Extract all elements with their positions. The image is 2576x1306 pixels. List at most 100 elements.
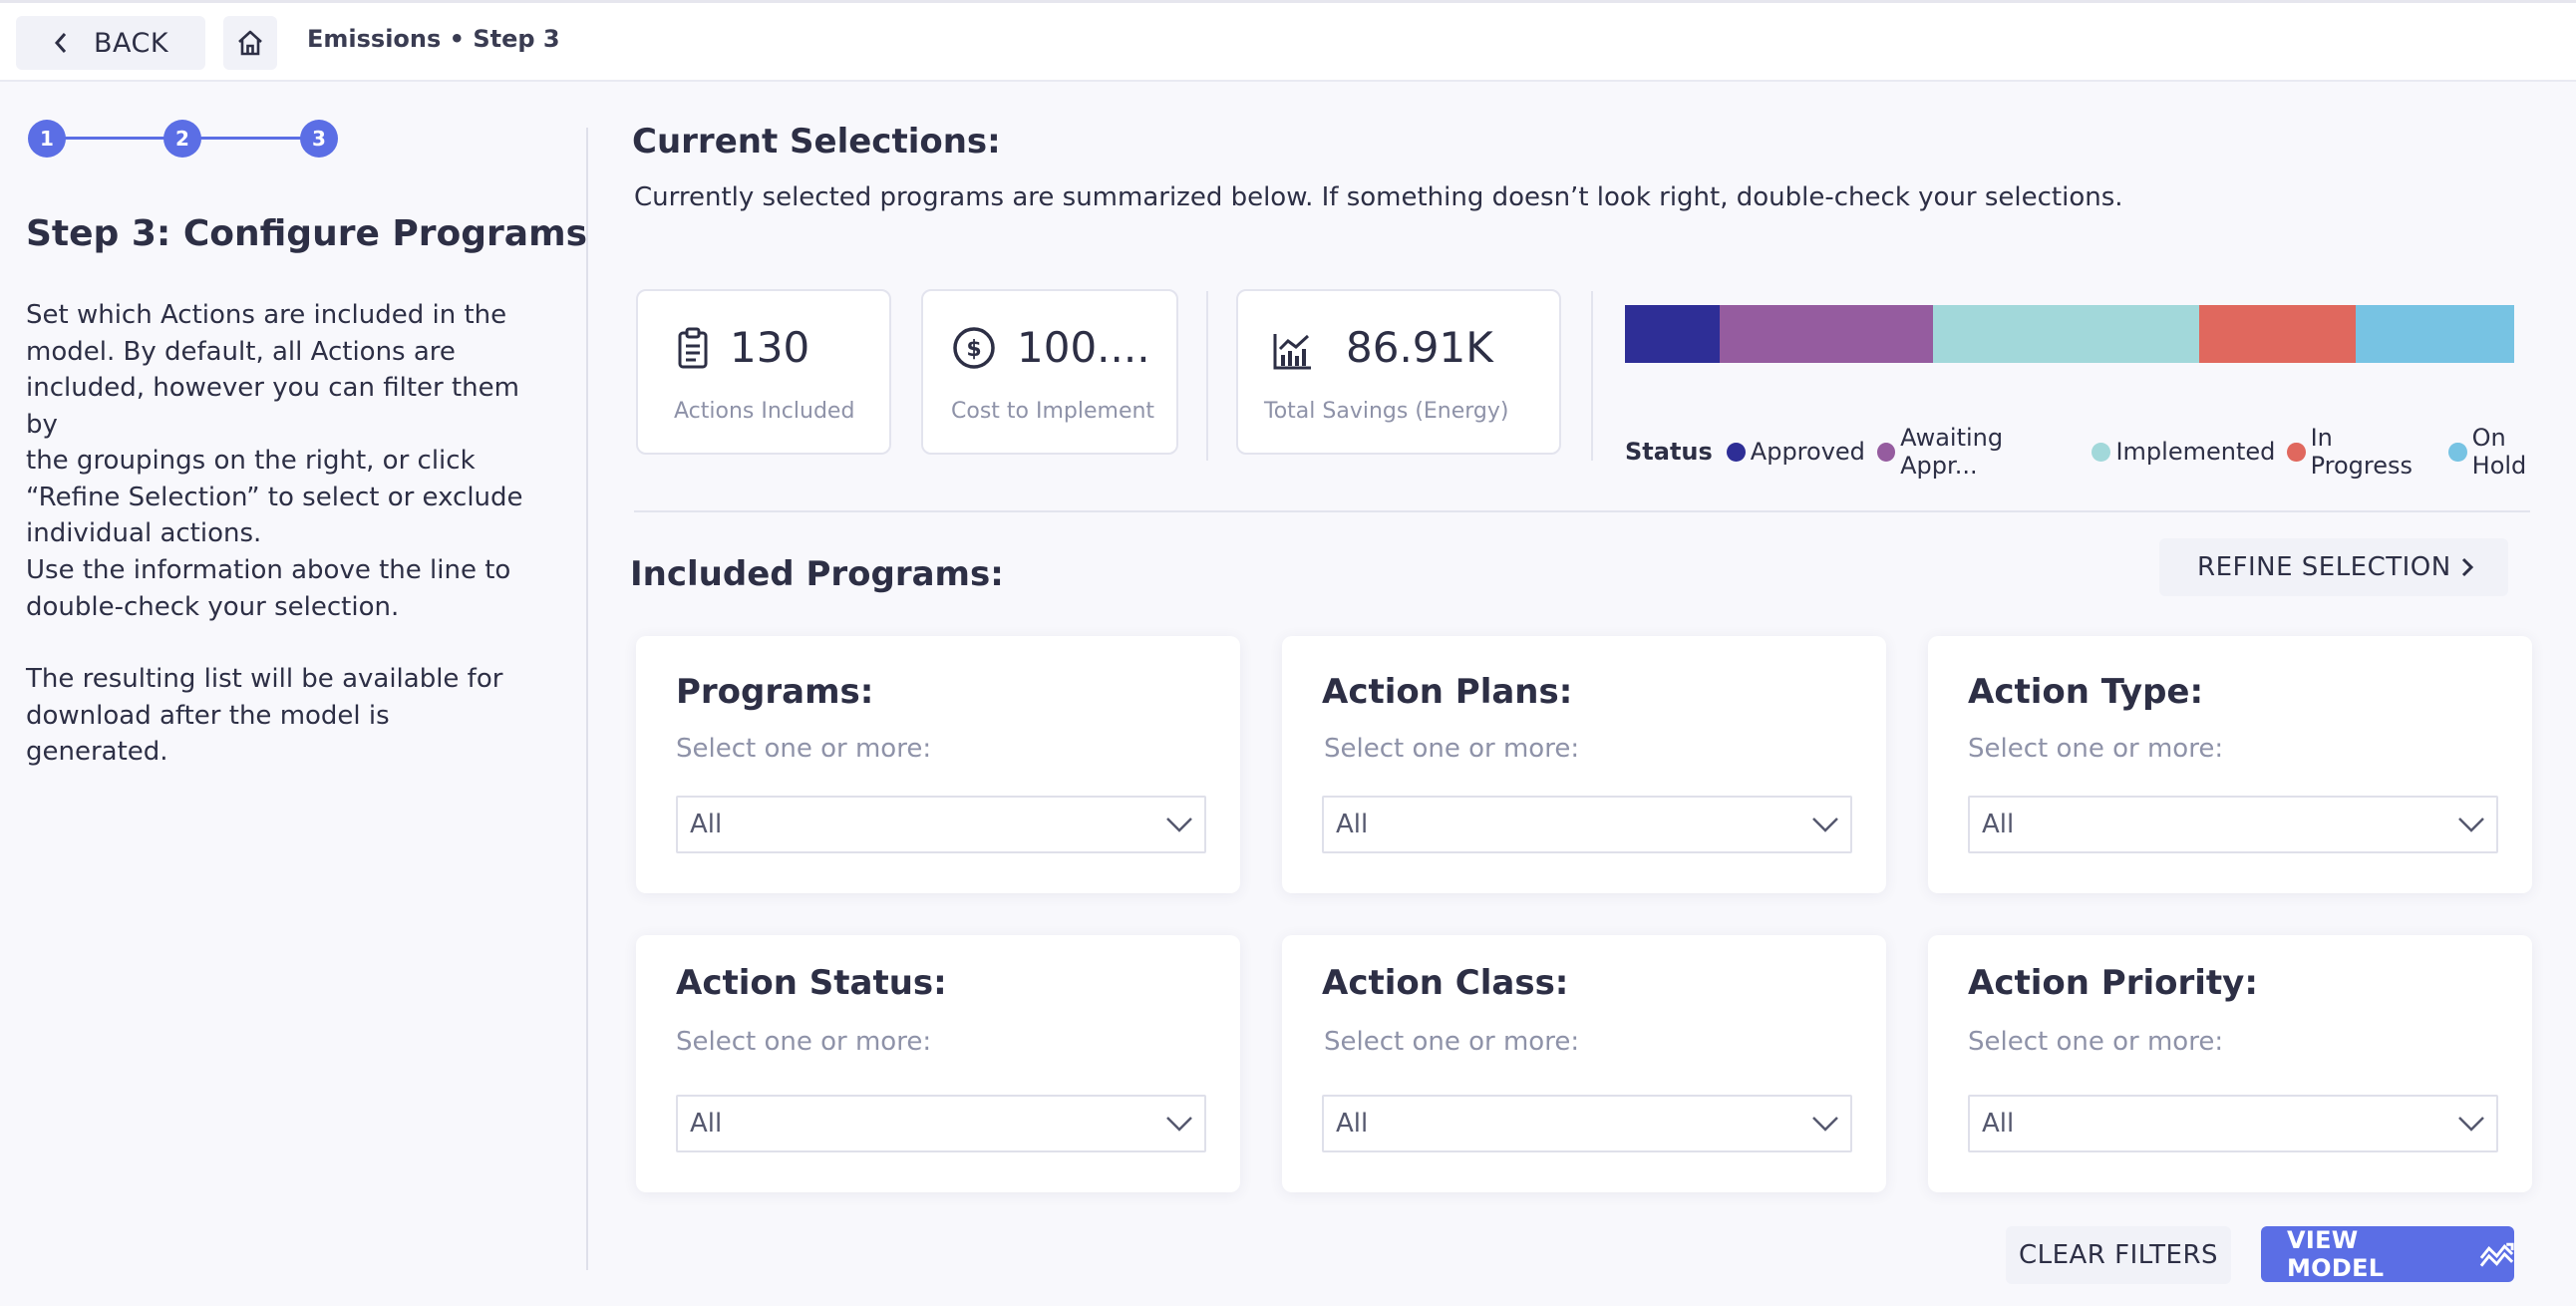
dollar-coin-icon: $ xyxy=(953,327,995,369)
action-plans-select[interactable]: All xyxy=(1322,796,1852,853)
filter-hint: Select one or more: xyxy=(1324,734,1580,764)
filter-card-action-plans: Action Plans: Select one or more: All xyxy=(1282,636,1886,893)
stat-value: 130 xyxy=(730,323,810,372)
refine-selection-button[interactable]: REFINE SELECTION xyxy=(2159,538,2508,596)
filter-hint: Select one or more: xyxy=(1324,1027,1580,1057)
stat-label: Cost to Implement xyxy=(951,399,1155,424)
clear-filters-button[interactable]: CLEAR FILTERS xyxy=(2006,1226,2231,1284)
included-programs-heading: Included Programs: xyxy=(630,554,1004,594)
step-1-dot[interactable]: 1 xyxy=(28,120,66,158)
legend-item-implemented[interactable]: Implemented xyxy=(2092,438,2275,466)
filter-card-programs: Programs: Select one or more: All xyxy=(636,636,1240,893)
stat-card-cost: $ 100.... Cost to Implement xyxy=(921,289,1178,455)
view-model-button[interactable]: VIEW MODEL xyxy=(2261,1226,2514,1282)
step-3-dot[interactable]: 3 xyxy=(300,120,338,158)
filter-card-action-status: Action Status: Select one or more: All xyxy=(636,935,1240,1192)
step-2-dot[interactable]: 2 xyxy=(163,120,201,158)
left-paragraph-1: Set which Actions are included in the mo… xyxy=(26,297,524,552)
filter-card-action-type: Action Type: Select one or more: All xyxy=(1928,636,2532,893)
select-value: All xyxy=(1982,810,2015,839)
text-line: The resulting list will be available for xyxy=(26,664,503,694)
text-line: Use the information above the line to xyxy=(26,555,511,585)
text-line: double-check your selection. xyxy=(26,591,400,622)
chevron-down-icon xyxy=(1812,817,1838,832)
left-paragraph-3: The resulting list will be available for… xyxy=(26,661,524,771)
select-value: All xyxy=(690,1109,723,1139)
stats-divider xyxy=(1591,291,1593,461)
filter-hint: Select one or more: xyxy=(676,1027,932,1057)
chevron-left-icon xyxy=(54,33,67,53)
chevron-down-icon xyxy=(2458,1117,2484,1132)
status-bar-segment xyxy=(2356,305,2514,363)
legend-label: On Hold xyxy=(2471,424,2527,480)
text-line: download after the model is generated. xyxy=(26,700,390,768)
legend-dot xyxy=(1876,442,1896,462)
stepper-line xyxy=(58,137,167,140)
section-divider xyxy=(634,510,2530,512)
text-line: the groupings on the right, or click xyxy=(26,446,476,476)
left-paragraph-2: Use the information above the line to do… xyxy=(26,552,524,625)
legend-item-on-hold[interactable]: On Hold xyxy=(2448,424,2564,480)
refine-selection-label: REFINE SELECTION xyxy=(2197,552,2451,582)
legend-dot xyxy=(2287,442,2306,462)
trend-chart-icon xyxy=(2479,1242,2514,1267)
clipboard-icon xyxy=(678,327,708,369)
status-bar-segment xyxy=(1720,305,1933,363)
text-line: individual actions. xyxy=(26,518,262,548)
filter-title: Action Class: xyxy=(1322,963,1569,1003)
legend-item-awaiting[interactable]: Awaiting Appr... xyxy=(1876,424,2081,480)
legend-label: Awaiting Appr... xyxy=(1900,424,2004,480)
legend-item-approved[interactable]: Approved xyxy=(1726,438,1865,466)
breadcrumb: Emissions • Step 3 xyxy=(307,25,560,53)
legend-label: Approved xyxy=(1750,438,1865,466)
legend-item-in-progress[interactable]: In Progress xyxy=(2287,424,2436,480)
filter-hint: Select one or more: xyxy=(1968,1027,2224,1057)
action-type-select[interactable]: All xyxy=(1968,796,2498,853)
text-line: Set which Actions are included in the xyxy=(26,300,507,330)
filter-card-action-priority: Action Priority: Select one or more: All xyxy=(1928,935,2532,1192)
select-value: All xyxy=(690,810,723,839)
programs-select[interactable]: All xyxy=(676,796,1206,853)
back-button-label: BACK xyxy=(94,27,169,59)
filter-title: Action Plans: xyxy=(1322,672,1573,712)
text-line: model. By default, all Actions are xyxy=(26,336,456,367)
status-bar-segment xyxy=(1625,305,1721,363)
current-selections-description: Currently selected programs are summariz… xyxy=(634,182,2123,212)
stepper: 1 2 3 xyxy=(28,120,339,158)
home-button[interactable] xyxy=(223,16,277,70)
panel-divider xyxy=(586,128,588,1270)
status-legend: Status Approved Awaiting Appr... Impleme… xyxy=(1625,424,2576,480)
stat-value: 86.91K xyxy=(1346,323,1493,372)
filter-hint: Select one or more: xyxy=(1968,734,2224,764)
legend-dot xyxy=(2092,442,2111,462)
home-icon xyxy=(238,30,262,56)
stats-divider xyxy=(1206,291,1208,461)
chevron-down-icon xyxy=(1812,1117,1838,1132)
stepper-line xyxy=(193,137,303,140)
status-stacked-bar xyxy=(1625,305,2514,363)
chevron-down-icon xyxy=(2458,817,2484,832)
back-button[interactable]: BACK xyxy=(16,16,205,70)
top-bar: BACK Emissions • Step 3 xyxy=(0,0,2576,82)
stat-label: Total Savings (Energy) xyxy=(1264,399,1509,424)
chart-icon xyxy=(1273,334,1311,370)
step-title: Step 3: Configure Programs xyxy=(26,213,588,254)
chevron-down-icon xyxy=(1166,1117,1192,1132)
filter-title: Action Status: xyxy=(676,963,947,1003)
select-value: All xyxy=(1982,1109,2015,1139)
select-value: All xyxy=(1336,1109,1369,1139)
current-selections-heading: Current Selections: xyxy=(632,122,1001,162)
legend-dot xyxy=(1726,442,1746,462)
status-bar-segment xyxy=(2199,305,2357,363)
view-model-label: VIEW MODEL xyxy=(2287,1226,2385,1282)
legend-label: Implemented xyxy=(2115,438,2276,466)
filter-title: Programs: xyxy=(676,672,874,712)
text-line: included, however you can filter them by xyxy=(26,373,519,440)
chevron-right-icon xyxy=(2461,557,2474,577)
legend-title: Status xyxy=(1625,438,1713,466)
action-priority-select[interactable]: All xyxy=(1968,1095,2498,1152)
action-class-select[interactable]: All xyxy=(1322,1095,1852,1152)
stat-card-actions: 130 Actions Included xyxy=(636,289,891,455)
action-status-select[interactable]: All xyxy=(676,1095,1206,1152)
filter-title: Action Type: xyxy=(1968,672,2204,712)
